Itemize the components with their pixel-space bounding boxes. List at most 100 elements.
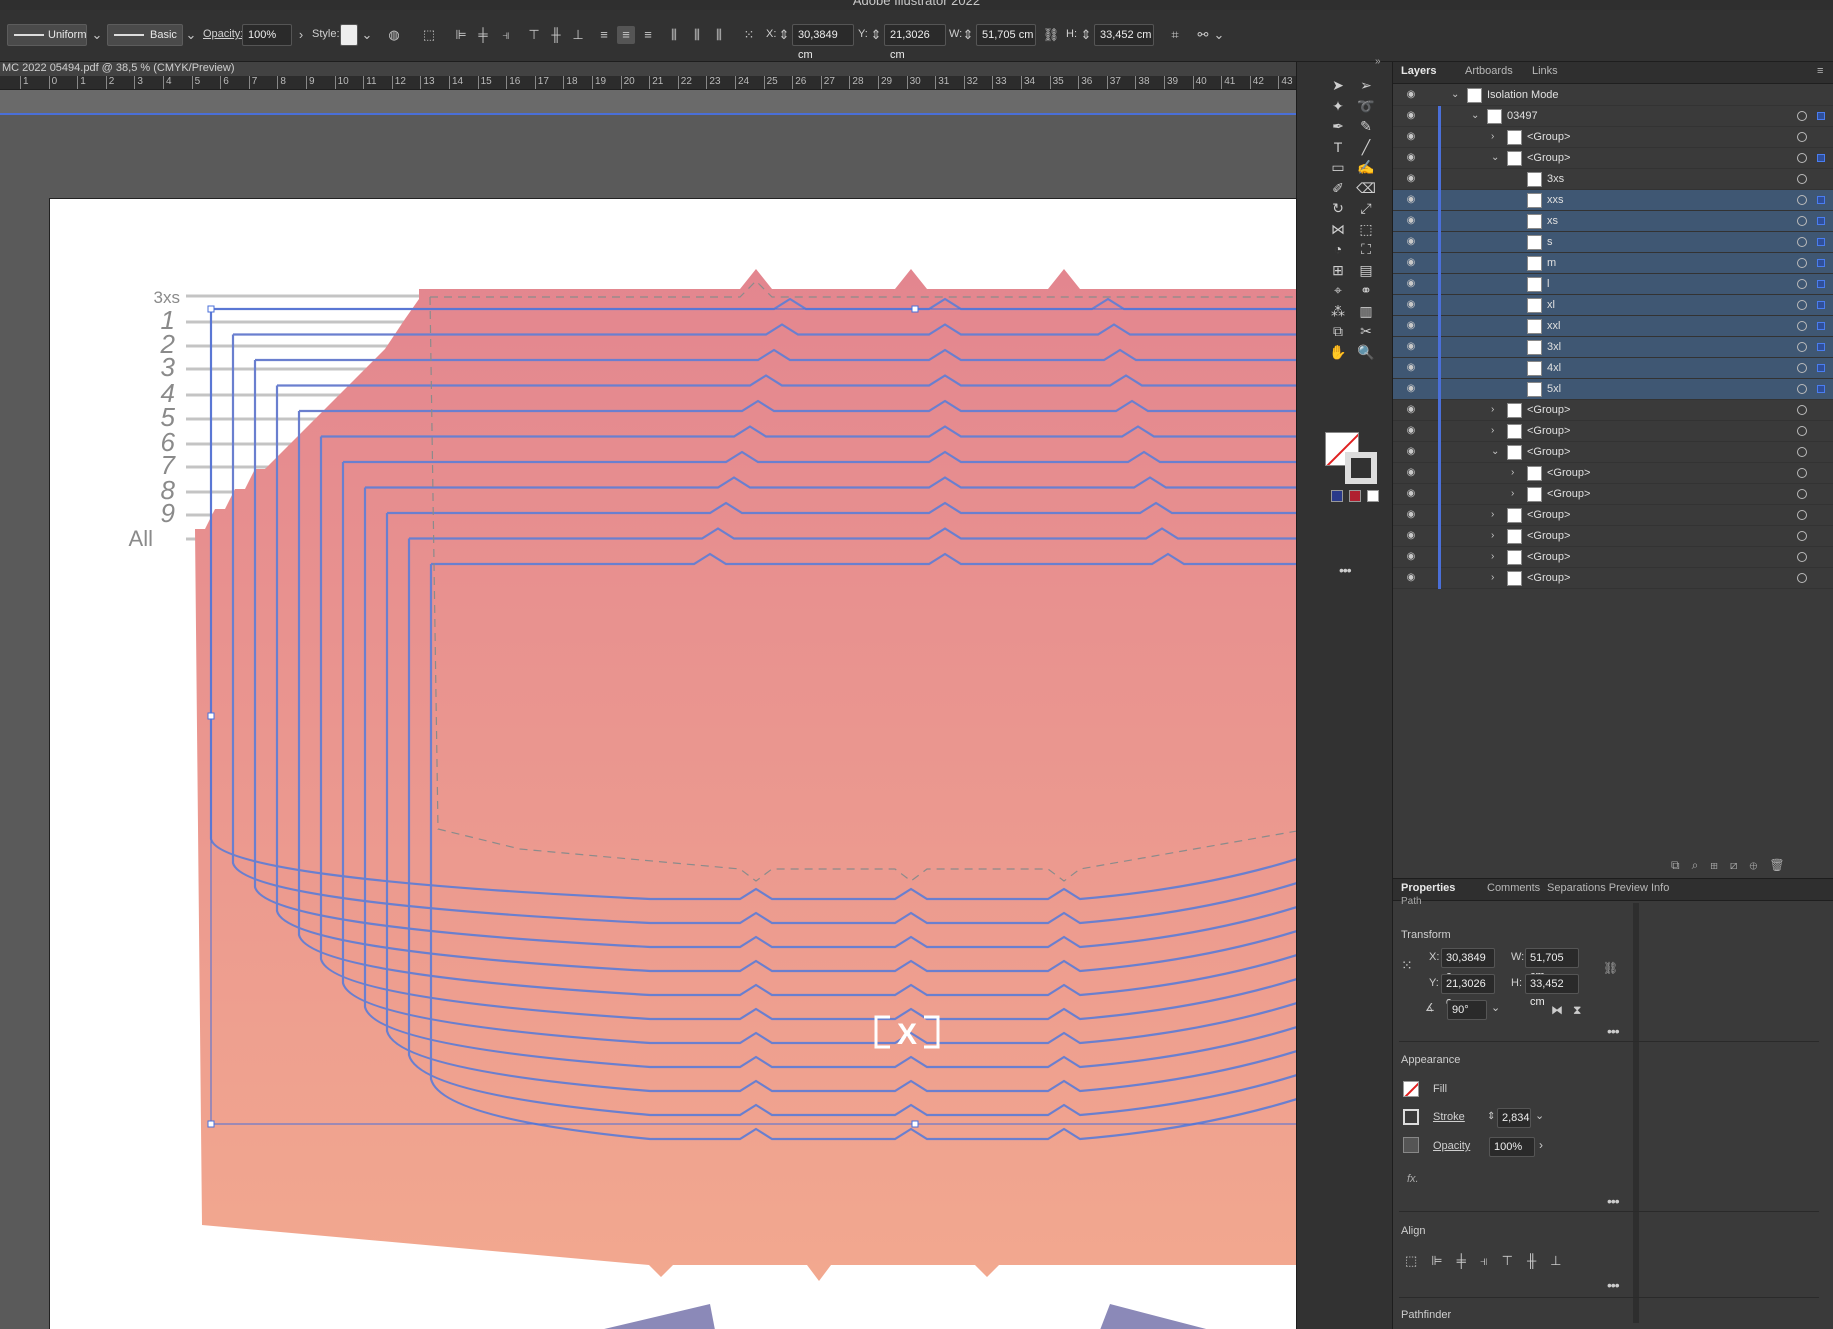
target-circle-icon[interactable] [1797, 342, 1807, 352]
chevron-right-icon[interactable]: › [1491, 572, 1501, 584]
width-tool-icon[interactable]: ⋈ [1327, 218, 1349, 240]
layers-footer-icons[interactable]: ⧉⌕⊞⧄⊕🗑 [1671, 858, 1797, 873]
rectangle-tool-icon[interactable]: ▭ [1327, 156, 1349, 178]
layer-row[interactable]: ◉ › <Group> [1393, 526, 1833, 547]
visibility-eye-icon[interactable]: ◉ [1404, 131, 1418, 143]
layer-row[interactable]: ◉ 4xl [1393, 358, 1833, 379]
selection-square-icon[interactable] [1817, 217, 1825, 225]
zoom-tool-icon[interactable]: 🔍 [1355, 341, 1377, 363]
visibility-eye-icon[interactable]: ◉ [1404, 236, 1418, 248]
chevron-down-icon[interactable]: ⌄ [1491, 446, 1501, 458]
chevron-down-icon[interactable]: ⌄ [358, 26, 376, 44]
canvas[interactable]: 3xs 1 2 3 4 5 6 7 8 9 All X [0, 90, 1296, 1329]
h-field[interactable]: 33,452 cm [1525, 974, 1579, 1008]
reference-point-icon[interactable]: ⁙ [740, 26, 758, 44]
layer-row[interactable]: ◉ xs [1393, 211, 1833, 232]
layer-row[interactable]: ◉ › <Group> [1393, 568, 1833, 589]
stepper-icon[interactable]: ⇕ [870, 26, 882, 44]
x-field[interactable]: 30,3849 c [1441, 948, 1495, 982]
tab-links[interactable]: Links [1532, 65, 1558, 77]
visibility-eye-icon[interactable]: ◉ [1404, 257, 1418, 269]
selection-square-icon[interactable] [1817, 364, 1825, 372]
visibility-eye-icon[interactable]: ◉ [1404, 383, 1418, 395]
visibility-eye-icon[interactable]: ◉ [1404, 551, 1418, 563]
style-swatch[interactable] [340, 24, 358, 46]
chevron-down-icon[interactable]: ⌄ [1451, 89, 1461, 101]
fx-icon[interactable]: fx. [1407, 1173, 1419, 1185]
y-field[interactable]: 21,3026 c [1441, 974, 1495, 1008]
align-top-icon[interactable]: ⊤ [525, 26, 543, 44]
collapse-icon[interactable]: » [1375, 56, 1381, 67]
visibility-eye-icon[interactable]: ◉ [1404, 572, 1418, 584]
align-vcenter-icon[interactable]: ╫ [547, 26, 565, 44]
transform-icon[interactable]: ⌗ [1166, 26, 1184, 44]
visibility-eye-icon[interactable]: ◉ [1404, 299, 1418, 311]
layer-row[interactable]: ◉ › <Group> [1393, 421, 1833, 442]
visibility-eye-icon[interactable]: ◉ [1404, 194, 1418, 206]
visibility-eye-icon[interactable]: ◉ [1404, 173, 1418, 185]
lasso-tool-icon[interactable]: ➰ [1355, 95, 1377, 117]
selection-handle[interactable] [207, 1120, 215, 1128]
tab-layers[interactable]: Layers [1401, 65, 1436, 77]
target-circle-icon[interactable] [1797, 363, 1807, 373]
distribute-vcenter-icon[interactable]: ≡ [617, 26, 635, 44]
selection-handle[interactable] [911, 305, 919, 313]
garment-pink-shape[interactable] [195, 269, 1296, 1281]
horizontal-ruler[interactable]: 1 0 1 2 3 4 5 6 7 8 9 10 11 12 13 14 15 16 17 18 19 20 21 22 23 2… [0, 76, 1296, 90]
align-right-icon[interactable]: ⫣ [497, 26, 515, 44]
document-tab[interactable]: MC 2022 05494.pdf @ 38,5 % (CMYK/Preview… [0, 62, 1296, 76]
curvature-tool-icon[interactable]: ✎ [1355, 115, 1377, 137]
target-circle-icon[interactable] [1797, 174, 1807, 184]
chevron-right-icon[interactable]: › [292, 26, 310, 44]
color-mode-swatch-icon[interactable] [1349, 490, 1361, 502]
target-circle-icon[interactable] [1797, 132, 1807, 142]
layer-row[interactable]: ◉ › <Group> [1393, 484, 1833, 505]
selection-square-icon[interactable] [1817, 385, 1825, 393]
opacity-input[interactable]: 100% [242, 24, 292, 46]
y-input[interactable]: 21,3026 cm [884, 24, 946, 61]
tab-artboards[interactable]: Artboards [1465, 65, 1513, 77]
layer-row[interactable]: ◉ ⌄ <Group> [1393, 148, 1833, 169]
shape-builder-tool-icon[interactable]: ◔ [1327, 238, 1349, 260]
chevron-right-icon[interactable]: › [1491, 425, 1501, 437]
target-circle-icon[interactable] [1797, 447, 1807, 457]
color-mode-swatch-icon[interactable] [1367, 490, 1379, 502]
chevron-down-icon[interactable]: ⌄ [1471, 110, 1481, 122]
visibility-eye-icon[interactable]: ◉ [1404, 425, 1418, 437]
chevron-down-icon[interactable]: ⌄ [1491, 1001, 1500, 1014]
layer-row[interactable]: ◉ › <Group> [1393, 463, 1833, 484]
visibility-eye-icon[interactable]: ◉ [1404, 152, 1418, 164]
type-tool-icon[interactable]: T [1327, 136, 1349, 158]
h-input[interactable]: 33,452 cm [1094, 24, 1154, 46]
direct-selection-tool-icon[interactable]: ➢ [1355, 74, 1377, 96]
target-circle-icon[interactable] [1797, 258, 1807, 268]
opacity-label[interactable]: Opacity: [203, 28, 243, 40]
scrollbar[interactable] [1633, 903, 1639, 1323]
visibility-eye-icon[interactable]: ◉ [1404, 215, 1418, 227]
layer-row[interactable]: ◉ s [1393, 232, 1833, 253]
more-options-icon[interactable]: ••• [1607, 1023, 1620, 1039]
w-field[interactable]: 51,705 cm [1525, 948, 1579, 982]
chevron-right-icon[interactable]: › [1491, 131, 1501, 143]
target-circle-icon[interactable] [1797, 237, 1807, 247]
flip-horizontal-icon[interactable]: ⧓ [1551, 1003, 1563, 1017]
selection-handle[interactable] [207, 712, 215, 720]
visibility-eye-icon[interactable]: ◉ [1404, 89, 1418, 101]
stepper-icon[interactable]: ⇕ [1080, 26, 1092, 44]
target-circle-icon[interactable] [1797, 426, 1807, 436]
eyedropper-tool-icon[interactable]: ⌖ [1327, 279, 1349, 301]
free-transform-tool-icon[interactable]: ⬚ [1355, 218, 1377, 240]
target-circle-icon[interactable] [1797, 468, 1807, 478]
layer-row[interactable]: ◉ › <Group> [1393, 127, 1833, 148]
stroke-weight-field[interactable]: 2,834 [1497, 1108, 1531, 1128]
rotate-tool-icon[interactable]: ↻ [1327, 197, 1349, 219]
layer-row[interactable]: ◉ xxs [1393, 190, 1833, 211]
visibility-eye-icon[interactable]: ◉ [1404, 467, 1418, 479]
align-to-icon[interactable]: ⬚ [420, 26, 438, 44]
recolor-icon[interactable]: ◍ [385, 26, 403, 44]
selection-square-icon[interactable] [1817, 322, 1825, 330]
chevron-down-icon[interactable]: ⌄ [1535, 1109, 1544, 1122]
flip-vertical-icon[interactable]: ⧗ [1573, 1003, 1581, 1018]
stepper-icon[interactable]: ⇕ [778, 26, 790, 44]
scale-tool-icon[interactable]: ⤢ [1355, 197, 1377, 219]
